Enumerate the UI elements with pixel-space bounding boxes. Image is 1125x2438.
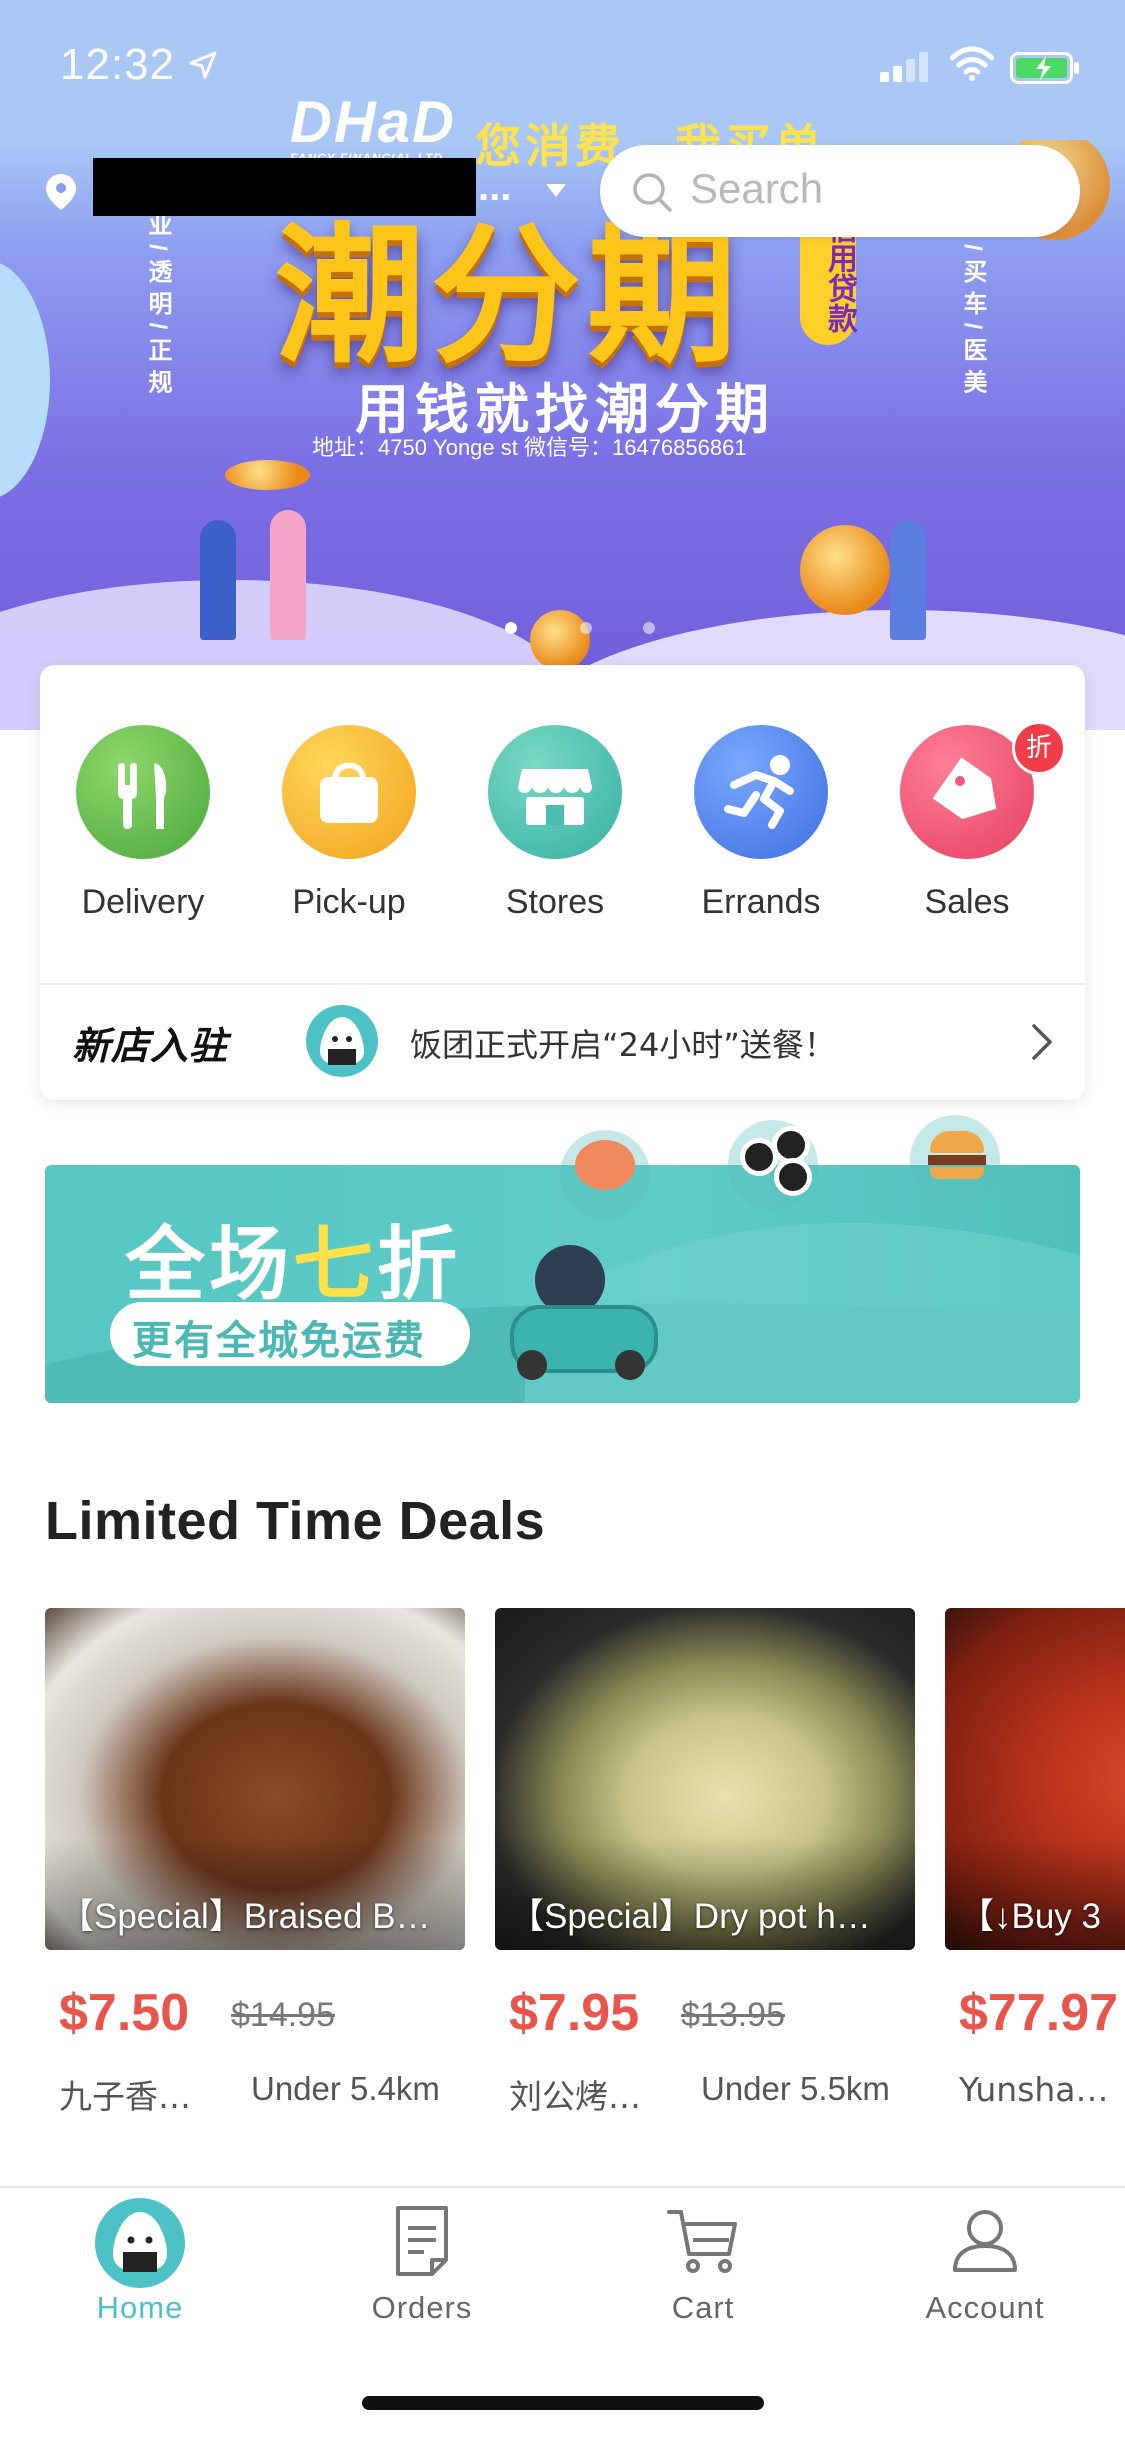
deal-name: 【↓Buy 3 xyxy=(959,1897,1101,1936)
category-stores[interactable]: Stores xyxy=(452,725,658,945)
deal-card[interactable]: 【↓Buy 3 $77.97 Yunsha… xyxy=(945,1608,1125,2128)
fork-knife-icon xyxy=(76,725,210,859)
tab-label: Cart xyxy=(671,2290,735,2325)
search-icon xyxy=(633,173,672,212)
news-headline[interactable]: 饭团正式开启“24小时”送餐！ xyxy=(410,1020,836,1066)
banner-figure xyxy=(270,510,306,640)
location-arrow-icon xyxy=(189,51,217,79)
location-pin-icon[interactable] xyxy=(44,172,78,212)
news-tag: 新店入驻 xyxy=(72,1024,229,1068)
person-icon xyxy=(953,2210,1017,2272)
category-errands[interactable]: Errands xyxy=(658,725,864,945)
deal-price: $7.50 xyxy=(59,1984,190,2042)
section-title: Limited Time Deals xyxy=(45,1491,546,1551)
location-ellipsis: ... xyxy=(478,165,512,209)
rice-ball-icon xyxy=(306,1005,378,1077)
carousel-dot xyxy=(643,622,655,634)
category-label: Pick-up xyxy=(292,883,406,921)
deal-name: 【Special】Dry pot h… xyxy=(509,1897,871,1936)
category-sales[interactable]: 折 Sales xyxy=(864,721,1070,945)
runner-icon xyxy=(694,725,828,859)
deal-distance: Under 5.5km xyxy=(701,2070,890,2107)
wheel-icon xyxy=(517,1350,547,1380)
category-label: Delivery xyxy=(81,883,205,921)
category-pick-up[interactable]: Pick-up xyxy=(246,725,452,945)
tab-label: Account xyxy=(925,2290,1045,2325)
banner-figure xyxy=(200,520,236,640)
discount-badge: 折 xyxy=(1012,721,1066,775)
food-burger-icon xyxy=(910,1115,1000,1205)
carousel-indicator xyxy=(505,622,655,636)
rice-ball-icon xyxy=(95,2198,185,2288)
food-sushi-icon xyxy=(728,1120,818,1210)
category-label: Errands xyxy=(701,883,821,921)
coin-icon xyxy=(800,525,890,615)
carousel-dot xyxy=(580,622,592,634)
deal-store: 刘公烤… xyxy=(509,2077,641,2116)
category-label: Sales xyxy=(924,883,1010,921)
wifi-icon xyxy=(950,46,994,81)
document-icon xyxy=(396,2206,448,2276)
chevron-right-icon[interactable] xyxy=(1028,1022,1056,1062)
banner-figure xyxy=(890,520,926,640)
category-delivery[interactable]: Delivery xyxy=(40,725,246,945)
tab-orders[interactable]: Orders xyxy=(322,2200,522,2330)
deal-name: 【Special】Braised B… xyxy=(59,1897,431,1936)
status-time: 12:32 xyxy=(60,40,176,89)
location-address-redacted[interactable] xyxy=(93,158,476,216)
banner-decoration xyxy=(0,260,50,500)
deal-original-price: $13.95 xyxy=(681,1996,785,2034)
deal-original-price: $14.95 xyxy=(231,1996,335,2034)
category-label: Stores xyxy=(505,883,605,921)
battery-icon xyxy=(1010,52,1079,84)
storefront-icon xyxy=(488,725,622,859)
search-placeholder: Search xyxy=(690,165,824,212)
wheel-icon xyxy=(615,1350,645,1380)
food-salmon-icon xyxy=(560,1130,650,1220)
tab-account[interactable]: Account xyxy=(885,2200,1085,2330)
deal-store: Yunsha… xyxy=(959,2070,1109,2109)
promo-title: 全场七折 xyxy=(125,1218,461,1311)
deal-price: $7.95 xyxy=(509,1984,640,2042)
cart-icon xyxy=(667,2210,737,2273)
carousel-dot-active xyxy=(505,622,517,634)
shopping-bag-icon xyxy=(282,725,416,859)
tab-label: Orders xyxy=(371,2290,473,2325)
divider xyxy=(40,983,1085,985)
promo-subtitle: 更有全城免运费 xyxy=(132,1318,426,1364)
chevron-down-icon[interactable] xyxy=(546,184,566,197)
deal-distance: Under 5.4km xyxy=(251,2070,440,2107)
home-indicator xyxy=(362,2396,764,2410)
coin-stack-icon xyxy=(225,460,310,490)
banner-address: 地址：4750 Yonge st 微信号：16476856861 xyxy=(312,435,747,460)
cellular-signal-icon xyxy=(880,50,930,82)
deal-price: $77.97 xyxy=(959,1984,1119,2042)
tab-home[interactable]: Home xyxy=(40,2198,240,2330)
deal-store: 九子香… xyxy=(59,2077,191,2116)
coin-icon xyxy=(530,610,590,670)
tab-label: Home xyxy=(96,2290,184,2325)
tab-cart[interactable]: Cart xyxy=(603,2200,803,2330)
